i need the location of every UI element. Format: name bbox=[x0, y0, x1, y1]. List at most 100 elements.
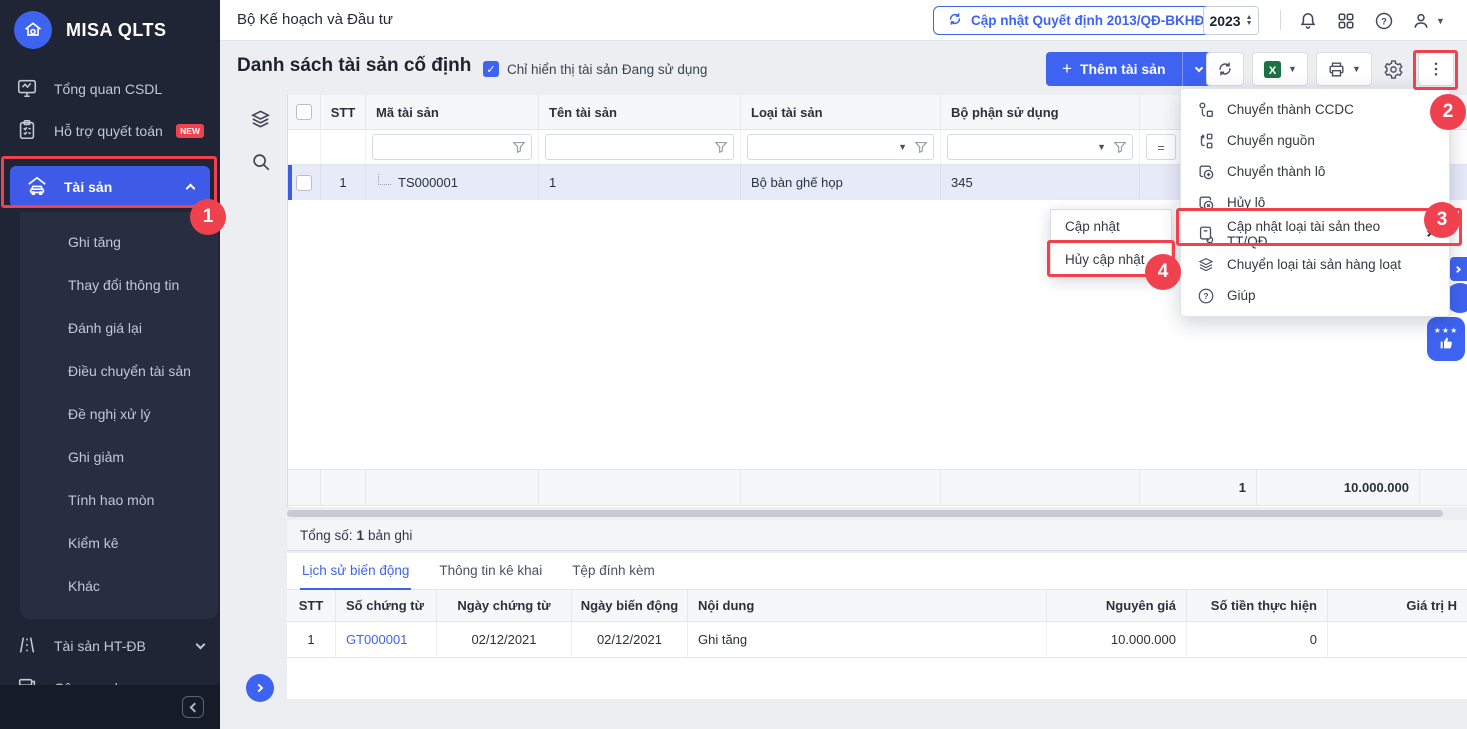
detail-tabs: Lịch sử biến động Thông tin kê khai Tệp … bbox=[287, 553, 1467, 590]
refresh-button[interactable] bbox=[1206, 52, 1244, 86]
filter-input-ma-tai-san[interactable] bbox=[372, 134, 532, 160]
menu-item-label: Chuyển loại tài sản hàng loạt bbox=[1227, 257, 1433, 272]
document-update-icon bbox=[1197, 225, 1215, 243]
caret-down-icon: ▼ bbox=[898, 142, 907, 152]
sidebar-item-tong-quan-csdl[interactable]: Tổng quan CSDL bbox=[0, 68, 220, 110]
tree-expander-icon[interactable] bbox=[378, 174, 391, 185]
submenu-item-thay-doi-thong-tin[interactable]: Thay đổi thông tin bbox=[20, 263, 218, 306]
collapse-right-panel-button[interactable] bbox=[1450, 257, 1467, 281]
tab-lich-su-bien-dong[interactable]: Lịch sử biến động bbox=[300, 553, 411, 590]
refresh-icon bbox=[947, 11, 963, 30]
year-selector[interactable]: 2023 ▲▼ bbox=[1203, 6, 1259, 35]
sidebar-item-tai-san-ht-db[interactable]: Tài sản HT-ĐB bbox=[0, 625, 220, 667]
help-icon: ? bbox=[1197, 287, 1215, 305]
detail-col-stt: STT bbox=[287, 590, 336, 621]
sidebar-item-tai-san[interactable]: Tài sản bbox=[10, 166, 210, 208]
detail-cell-ngay-bien-dong: 02/12/2021 bbox=[572, 622, 688, 657]
submenu-item-ghi-tang[interactable]: Ghi tăng bbox=[20, 220, 218, 263]
menu-item-chuyen-thanh-ccdc[interactable]: Chuyển thành CCDC bbox=[1181, 94, 1449, 125]
detail-row[interactable]: 1 GT000001 02/12/2021 02/12/2021 Ghi tăn… bbox=[287, 622, 1467, 658]
grid-summary-row: 1 10.000.000 bbox=[288, 469, 1467, 506]
detail-cell-stt: 1 bbox=[287, 622, 336, 657]
column-header-bo-phan-su-dung[interactable]: Bộ phận sử dụng bbox=[941, 95, 1140, 129]
filter-select-bo-phan-su-dung[interactable]: ▼ bbox=[947, 134, 1133, 160]
sidebar-item-ho-tro-quyet-toan[interactable]: Hỗ trợ quyết toán NEW bbox=[0, 110, 220, 152]
svg-text:X: X bbox=[1269, 64, 1277, 76]
detail-header-row: STT Số chứng từ Ngày chứng từ Ngày biến … bbox=[287, 590, 1467, 622]
menu-item-chuyen-nguon[interactable]: Chuyển nguồn bbox=[1181, 125, 1449, 156]
column-header-ten-tai-san[interactable]: Tên tài sản bbox=[539, 95, 741, 129]
detail-cell-noi-dung: Ghi tăng bbox=[688, 622, 1047, 657]
feedback-rating-button[interactable]: ★★★ bbox=[1427, 317, 1465, 361]
settings-button[interactable] bbox=[1377, 52, 1409, 86]
expand-panel-button[interactable] bbox=[246, 674, 274, 702]
add-asset-button-group: + Thêm tài sản bbox=[1046, 52, 1215, 86]
column-header-stt[interactable]: STT bbox=[321, 95, 366, 129]
year-spinner-icon[interactable]: ▲▼ bbox=[1246, 15, 1253, 27]
filter-operator-equals[interactable]: = bbox=[1146, 134, 1176, 160]
menu-item-chuyen-loai-tai-san-hang-loat[interactable]: Chuyển loại tài sản hàng loạt bbox=[1181, 249, 1449, 280]
more-actions-menu: Chuyển thành CCDC Chuyển nguồn Chuyển th… bbox=[1180, 88, 1450, 317]
more-actions-button[interactable] bbox=[1418, 52, 1454, 86]
sidebar-collapse-button[interactable] bbox=[182, 696, 204, 718]
voucher-link[interactable]: GT000001 bbox=[346, 632, 407, 647]
submenu-item-ghi-giam[interactable]: Ghi giảm bbox=[20, 435, 218, 478]
user-menu[interactable]: ▼ bbox=[1408, 9, 1448, 33]
sidebar-footer bbox=[0, 685, 220, 729]
svg-text:?: ? bbox=[1381, 16, 1387, 26]
column-header-loai-tai-san[interactable]: Loại tài sản bbox=[741, 95, 941, 129]
app-window: MISA QLTS Tổng quan CSDL Hỗ trợ quyết to… bbox=[0, 0, 1467, 729]
new-badge: NEW bbox=[176, 124, 204, 138]
topbar: Bộ Kế hoạch và Đầu tư Cập nhật Quyết địn… bbox=[220, 0, 1467, 41]
detail-col-gia-tri: Giá trị H bbox=[1328, 590, 1467, 621]
export-excel-button[interactable]: X ▼ bbox=[1252, 52, 1308, 86]
submenu-item-tinh-hao-mon[interactable]: Tính hao mòn bbox=[20, 478, 218, 521]
topbar-divider bbox=[1280, 10, 1281, 30]
transfer-source-icon bbox=[1197, 132, 1215, 150]
search-icon[interactable] bbox=[250, 151, 272, 176]
context-menu-cap-nhat[interactable]: Cập nhật bbox=[1051, 210, 1171, 243]
submenu-item-kiem-ke[interactable]: Kiểm kê bbox=[20, 521, 218, 564]
submenu-item-dieu-chuyen-tai-san[interactable]: Điều chuyển tài sản bbox=[20, 349, 218, 392]
filter-select-loai-tai-san[interactable]: ▼ bbox=[747, 134, 934, 160]
show-in-use-filter[interactable]: ✓ Chỉ hiển thị tài sản Đang sử dụng bbox=[483, 61, 707, 77]
detail-col-noi-dung: Nội dung bbox=[688, 590, 1047, 621]
sidebar-item-label: Tài sản bbox=[64, 179, 171, 195]
add-asset-label: Thêm tài sản bbox=[1080, 61, 1166, 77]
detail-col-so-chung-tu: Số chứng từ bbox=[336, 590, 437, 621]
menu-item-chuyen-thanh-lo[interactable]: Chuyển thành lô bbox=[1181, 156, 1449, 187]
tab-thong-tin-ke-khai[interactable]: Thông tin kê khai bbox=[437, 553, 544, 590]
menu-item-huy-lo[interactable]: Hủy lô bbox=[1181, 187, 1449, 218]
help-icon[interactable]: ? bbox=[1372, 9, 1396, 33]
clipboard-icon bbox=[16, 119, 38, 144]
apps-grid-icon[interactable] bbox=[1334, 9, 1358, 33]
asset-groups-panel-icon[interactable] bbox=[249, 108, 272, 134]
submenu-item-de-nghi-xu-ly[interactable]: Đề nghị xử lý bbox=[20, 392, 218, 435]
checkbox-checked-icon[interactable]: ✓ bbox=[483, 61, 499, 77]
scrollbar-thumb[interactable] bbox=[287, 510, 1443, 517]
stars-icon: ★★★ bbox=[1434, 327, 1459, 335]
app-logo[interactable]: MISA QLTS bbox=[0, 0, 220, 60]
app-title: MISA QLTS bbox=[66, 20, 167, 41]
print-button[interactable]: ▼ bbox=[1316, 52, 1372, 86]
update-decision-button[interactable]: Cập nhật Quyết định 2013/QĐ-BKHĐT bbox=[933, 6, 1227, 35]
menu-item-cap-nhat-loai-tai-san-theo-tt-qd[interactable]: Cập nhật loại tài sản theo TT/QĐ bbox=[1181, 218, 1449, 249]
select-all-checkbox[interactable] bbox=[288, 95, 321, 129]
tab-tep-dinh-kem[interactable]: Tệp đính kèm bbox=[570, 553, 657, 590]
detail-col-so-tien-thuc-hien: Số tiền thực hiện bbox=[1187, 590, 1328, 621]
filter-input-ten-tai-san[interactable] bbox=[545, 134, 734, 160]
horizontal-scrollbar[interactable] bbox=[287, 509, 1467, 518]
submenu-item-khac[interactable]: Khác bbox=[20, 564, 218, 607]
cell-stt: 1 bbox=[321, 165, 366, 200]
menu-item-giup[interactable]: ? Giúp bbox=[1181, 280, 1449, 311]
column-header-ma-tai-san[interactable]: Mã tài sản bbox=[366, 95, 539, 129]
excel-icon: X bbox=[1263, 60, 1282, 79]
submenu-item-danh-gia-lai[interactable]: Đánh giá lại bbox=[20, 306, 218, 349]
row-checkbox[interactable] bbox=[288, 165, 321, 200]
printer-icon bbox=[1327, 60, 1346, 79]
add-asset-button[interactable]: + Thêm tài sản bbox=[1046, 52, 1182, 86]
notifications-bell-icon[interactable] bbox=[1296, 9, 1320, 33]
detail-cell-so-chung-tu: GT000001 bbox=[336, 622, 437, 657]
menu-item-label: Giúp bbox=[1227, 288, 1433, 303]
detail-panel: Lịch sử biến động Thông tin kê khai Tệp … bbox=[287, 553, 1467, 699]
